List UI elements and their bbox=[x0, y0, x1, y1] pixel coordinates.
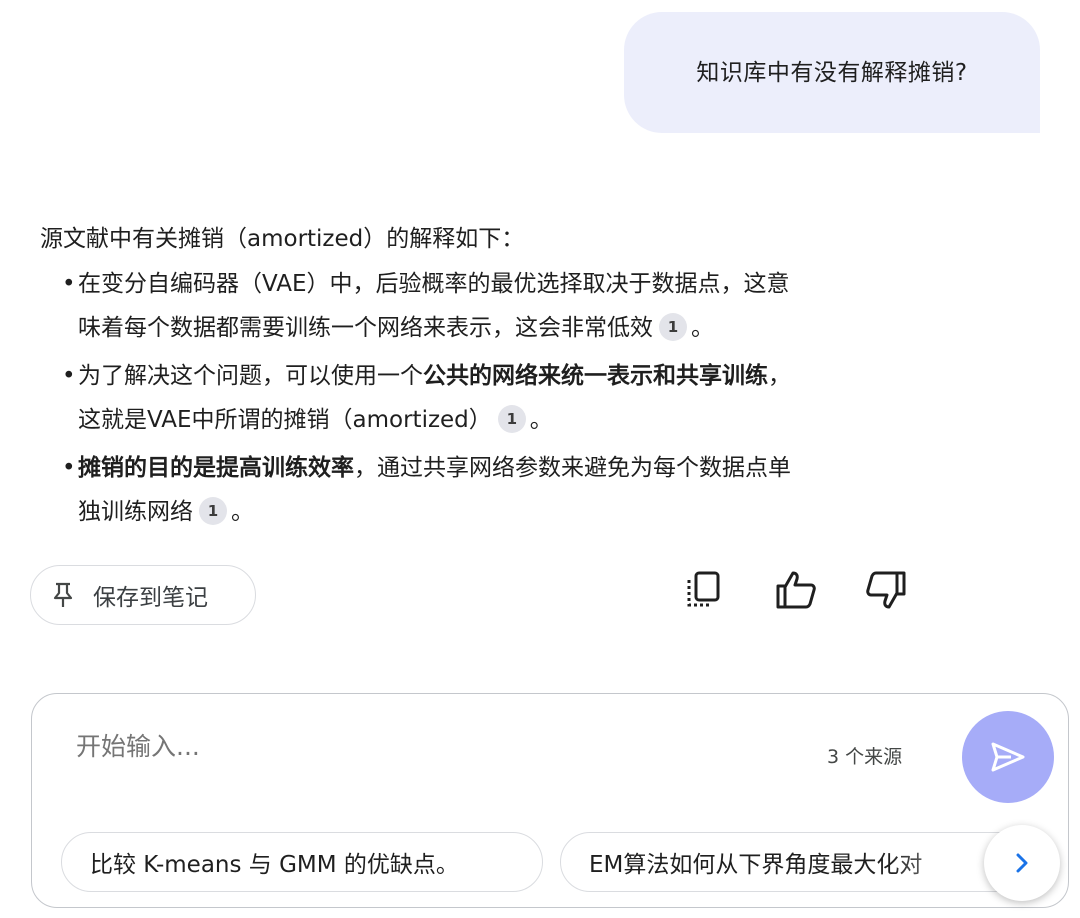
suggestion-text: EM算法如何从下界角度最大化对 bbox=[589, 852, 923, 878]
user-message-bubble: 知识库中有没有解释摊销? bbox=[624, 12, 1040, 133]
suggestion-chip-1[interactable]: 比较 K-means 与 GMM 的优缺点。 bbox=[61, 832, 543, 892]
citation-chip[interactable]: 1 bbox=[497, 404, 526, 433]
citation-chip[interactable]: 1 bbox=[199, 496, 227, 525]
bullet-1-line1: 在变分自编码器（VAE）中，后验概率的最优选择取决于数据点，这意 bbox=[78, 271, 790, 297]
suggestion-text: 比较 K-means 与 GMM 的优缺点。 bbox=[90, 852, 459, 878]
pin-icon bbox=[53, 582, 73, 607]
bullet-dot: • bbox=[62, 455, 76, 481]
thumbs-up-button[interactable] bbox=[774, 568, 818, 612]
send-button[interactable] bbox=[962, 711, 1054, 803]
chevron-right-icon bbox=[1016, 853, 1028, 873]
thumbs-down-button[interactable] bbox=[864, 568, 908, 612]
message-input[interactable] bbox=[76, 732, 776, 761]
bullet-dot: • bbox=[62, 271, 76, 297]
chat-page: 知识库中有没有解释摊销? 源文献中有关摊销（amortized）的解释如下： •… bbox=[0, 0, 1080, 918]
bullet-3-end: 。 bbox=[231, 499, 254, 525]
bullet-2-bold: 公共的网络来统一表示和共享训练 bbox=[423, 363, 768, 389]
answer-bullet-2: • 为了解决这个问题，可以使用一个公共的网络来统一表示和共享训练， 这就是VAE… bbox=[40, 354, 920, 442]
copy-icon bbox=[687, 571, 720, 607]
bullet-2-prefix: 为了解决这个问题，可以使用一个 bbox=[78, 363, 423, 389]
user-message-text: 知识库中有没有解释摊销? bbox=[696, 59, 968, 86]
bullet-3-line2: 独训练网络 bbox=[78, 499, 193, 525]
bullet-3-bold: 摊销的目的是提高训练效率 bbox=[78, 455, 354, 481]
save-to-note-label: 保存到笔记 bbox=[93, 585, 208, 611]
thumbs-up-icon bbox=[776, 571, 816, 609]
answer-bullet-list: • 在变分自编码器（VAE）中，后验概率的最优选择取决于数据点，这意 味着每个数… bbox=[40, 262, 940, 534]
copy-button[interactable] bbox=[684, 568, 728, 612]
bullet-2-suffix: ， bbox=[768, 363, 791, 389]
bullet-1-line2: 味着每个数据都需要训练一个网络来表示，这会非常低效 bbox=[78, 315, 653, 341]
bullet-2-end: 。 bbox=[529, 407, 553, 433]
bullet-dot: • bbox=[62, 363, 76, 389]
save-to-note-button[interactable]: 保存到笔记 bbox=[30, 565, 256, 625]
citation-chip[interactable]: 1 bbox=[659, 312, 687, 341]
bullet-3-suffix: ，通过共享网络参数来避免为每个数据点单 bbox=[354, 455, 791, 481]
thumbs-down-icon bbox=[866, 571, 906, 609]
answer-intro: 源文献中有关摊销（amortized）的解释如下： bbox=[40, 226, 525, 252]
bullet-2-line2: 这就是VAE中所谓的摊销（amortized） bbox=[78, 407, 492, 433]
send-icon bbox=[991, 742, 1025, 772]
answer-bullet-3: • 摊销的目的是提高训练效率，通过共享网络参数来避免为每个数据点单 独训练网络 1… bbox=[40, 446, 920, 534]
assistant-answer: 源文献中有关摊销（amortized）的解释如下： • 在变分自编码器（VAE）… bbox=[40, 220, 940, 538]
answer-bullet-1: • 在变分自编码器（VAE）中，后验概率的最优选择取决于数据点，这意 味着每个数… bbox=[40, 262, 920, 350]
composer: 3 个来源 比较 K-means 与 GMM 的优缺点。 EM算法如何从下界角度… bbox=[31, 693, 1069, 908]
suggestions-next-button[interactable] bbox=[984, 825, 1060, 901]
bullet-1-end: 。 bbox=[691, 315, 714, 341]
suggestion-chip-2[interactable]: EM算法如何从下界角度最大化对 bbox=[560, 832, 1040, 892]
source-count: 3 个来源 bbox=[827, 746, 903, 768]
